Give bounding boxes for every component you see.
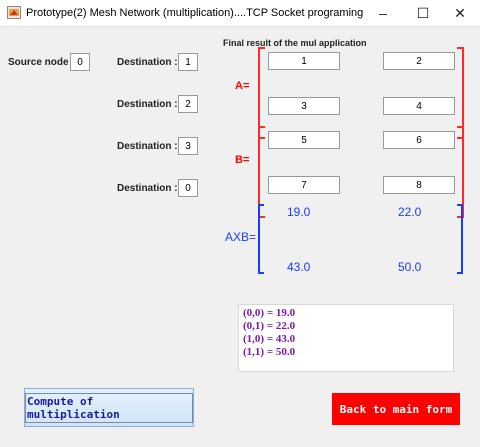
destination-label-2: Destination :	[117, 99, 178, 110]
matrix-axb-cell-11: 50.0	[398, 260, 422, 274]
matrix-a-cell-11[interactable]: 4	[383, 97, 455, 115]
destination-label-3: Destination :	[117, 141, 178, 152]
matrix-axb-cell-10: 43.0	[287, 260, 311, 274]
matrix-axb-cell-00: 19.0	[287, 205, 311, 219]
minimize-button[interactable]: –	[363, 0, 403, 26]
compute-button-label: Compute of multiplication	[25, 392, 193, 423]
title-bar: Prototype(2) Mesh Network (multiplicatio…	[0, 0, 480, 26]
matrix-b-cell-00[interactable]: 5	[268, 131, 340, 149]
destination-label-1: Destination :	[117, 57, 178, 68]
matrix-header: Final result of the mul application	[223, 38, 367, 48]
matrix-b-cell-11[interactable]: 8	[383, 176, 455, 194]
source-node-field[interactable]: 0	[70, 53, 90, 71]
matrix-axb-cell-01: 22.0	[398, 205, 422, 219]
result-text-area[interactable]: (0,0) = 19.0 (0,1) = 22.0 (1,0) = 43.0 (…	[238, 304, 454, 372]
destination-label-4: Destination :	[117, 183, 178, 194]
matrix-b-cell-01[interactable]: 6	[383, 131, 455, 149]
java-app-icon	[7, 6, 21, 19]
matrix-b-cell-10[interactable]: 7	[268, 176, 340, 194]
source-node-label: Source node :	[8, 57, 75, 68]
maximize-button[interactable]: ☐	[403, 0, 443, 26]
close-button[interactable]: ✕	[440, 0, 480, 26]
matrix-a-cell-01[interactable]: 2	[383, 52, 455, 70]
result-line-00: (0,0) = 19.0	[243, 307, 296, 319]
matrix-axb-right-bracket	[457, 204, 463, 274]
window-title: Prototype(2) Mesh Network (multiplicatio…	[26, 7, 364, 19]
matrix-b-label: B=	[235, 154, 250, 166]
result-line-10: (1,0) = 43.0	[243, 333, 296, 345]
matrix-a-label: A=	[235, 80, 250, 92]
compute-multiplication-button[interactable]: Compute of multiplication	[24, 388, 194, 427]
matrix-axb-label: AXB=	[225, 230, 257, 244]
matrix-a-cell-10[interactable]: 3	[268, 97, 340, 115]
matrix-a-cell-00[interactable]: 1	[268, 52, 340, 70]
result-line-11: (1,1) = 50.0	[243, 346, 296, 358]
destination-field-4[interactable]: 0	[178, 179, 198, 197]
destination-field-3[interactable]: 3	[178, 137, 198, 155]
matrix-axb-left-bracket	[258, 204, 264, 274]
destination-field-2[interactable]: 2	[178, 95, 198, 113]
main-panel: Source node : 0 Destination : 1 Destinat…	[1, 26, 479, 447]
result-line-01: (0,1) = 22.0	[243, 320, 296, 332]
destination-field-1[interactable]: 1	[178, 53, 198, 71]
back-to-main-form-button[interactable]: Back to main form	[332, 393, 460, 425]
